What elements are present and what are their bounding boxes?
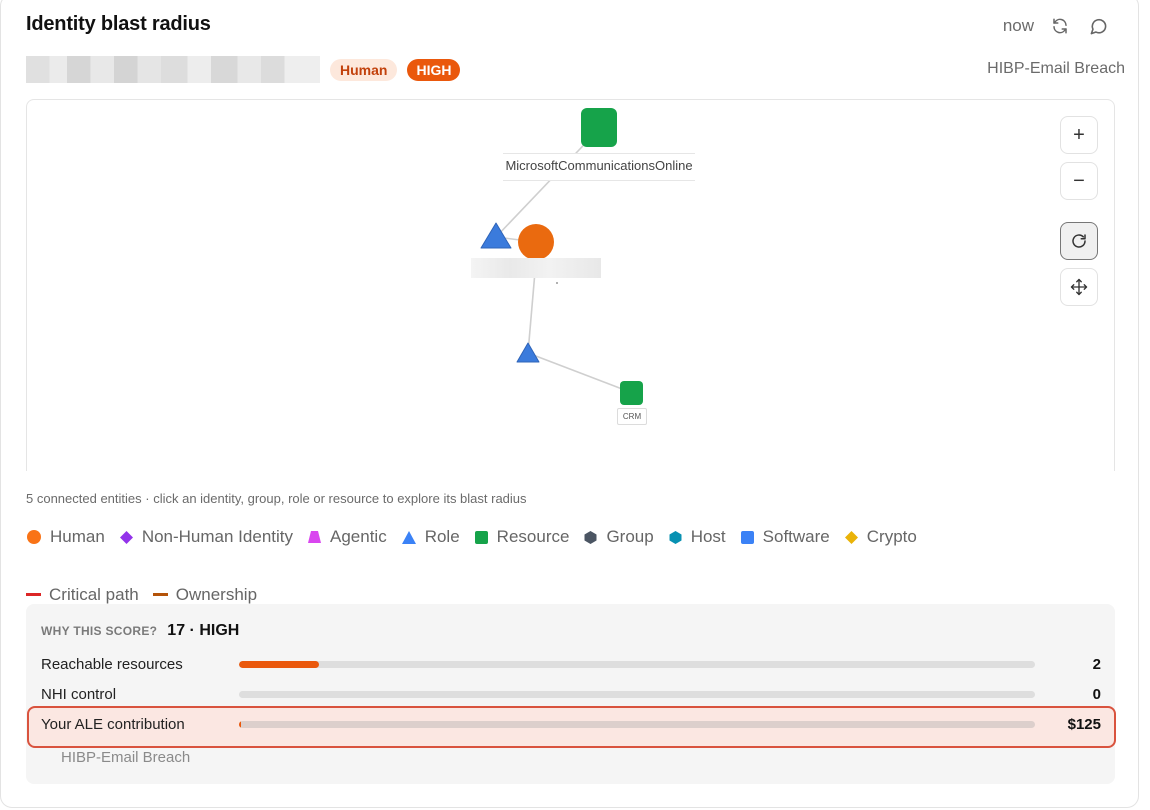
timestamp-label: now: [1002, 16, 1034, 35]
metric-row-nhi: NHI control 0: [41, 683, 1101, 705]
breach-source-label: HIBP-Email Breach: [987, 60, 1125, 77]
metric-bar-fill: [239, 660, 319, 668]
identity-row: Human HIGH: [26, 56, 461, 83]
reset-icon: [1072, 234, 1086, 248]
reset-view-button[interactable]: [1060, 222, 1098, 260]
trapezoid-icon: [308, 531, 321, 543]
blast-radius-graph[interactable]: MicrosoftCommunicationsOnline CRM + −: [26, 99, 1115, 471]
square-icon: [474, 530, 488, 544]
identity-type-badge: Human: [330, 58, 398, 81]
legend-agentic: Agentic: [307, 526, 387, 548]
legend-critical-path: Critical path: [26, 584, 139, 606]
legend-label: Non-Human Identity: [141, 527, 293, 546]
header-actions: now: [1003, 14, 1110, 38]
resource-node[interactable]: [620, 381, 643, 405]
metric-row-ale: Your ALE contribution $125: [41, 713, 1101, 735]
legend-label: Agentic: [330, 527, 387, 546]
legend-label: Human: [50, 527, 105, 546]
triangle-icon: [401, 530, 416, 544]
metric-bar: [239, 660, 1035, 668]
identity-name-redacted: [26, 56, 320, 83]
legend-label: Role: [424, 527, 460, 546]
metric-label: Reachable resources: [41, 655, 183, 673]
score-panel: WHY THIS SCORE? 17 · HIGH Reachable reso…: [26, 604, 1116, 784]
refresh-icon[interactable]: [1048, 14, 1072, 38]
diamond-icon: [119, 530, 133, 544]
diamond-icon: [844, 530, 858, 544]
legend-crypto: Crypto: [844, 526, 917, 548]
metric-value: 0: [1092, 685, 1101, 703]
metric-label: Your ALE contribution: [41, 715, 185, 733]
legend-group: Group: [583, 526, 654, 548]
legend-label: Resource: [496, 527, 570, 546]
role-node[interactable]: [516, 342, 540, 363]
graph-legend: Human Non-Human Identity Agentic Role Re…: [26, 526, 1026, 606]
line-icon: [152, 593, 168, 596]
node-label: CRM: [617, 408, 647, 425]
circle-icon: [27, 530, 41, 544]
node-label-redacted: [471, 258, 601, 278]
zoom-out-button[interactable]: −: [1060, 162, 1098, 200]
score-value: 17 · HIGH: [167, 622, 240, 639]
legend-human: Human: [26, 526, 105, 548]
metric-bar-fill: [239, 720, 241, 728]
legend-nhi: Non-Human Identity: [119, 526, 293, 548]
pan-button[interactable]: [1060, 268, 1098, 306]
score-header: WHY THIS SCORE? 17 · HIGH: [41, 622, 239, 640]
legend-label: Software: [762, 527, 830, 546]
zoom-in-button[interactable]: +: [1060, 116, 1098, 154]
hexagon-icon: [584, 530, 597, 544]
page-title: Identity blast radius: [26, 13, 211, 35]
legend-label: Critical path: [49, 585, 139, 604]
legend-label: Group: [606, 527, 654, 546]
legend-role: Role: [401, 526, 460, 548]
metric-bar: [239, 720, 1035, 728]
legend-software: Software: [740, 526, 830, 548]
hexagon-icon: [669, 530, 682, 544]
metric-row-reachable: Reachable resources 2: [41, 653, 1101, 675]
risk-badge: HIGH: [407, 58, 461, 81]
ale-source-label: HIBP-Email Breach: [61, 749, 191, 766]
line-icon: [26, 593, 41, 596]
legend-label: Ownership: [175, 585, 258, 604]
metric-value: $125: [1067, 715, 1101, 733]
graph-edge: [527, 352, 631, 393]
legend-host: Host: [668, 526, 726, 548]
metric-label: NHI control: [41, 685, 117, 703]
move-icon: [1070, 278, 1088, 296]
connected-summary: 5 connected entities · click an identity…: [26, 491, 527, 506]
legend-resource: Resource: [474, 526, 570, 548]
connected-count: 5 connected entities: [26, 491, 142, 506]
legend-ownership: Ownership: [152, 584, 258, 606]
legend-label: Host: [690, 527, 726, 546]
node-label: MicrosoftCommunicationsOnline: [503, 153, 695, 181]
graph-controls: + −: [1060, 116, 1098, 306]
human-node[interactable]: [518, 224, 554, 260]
metric-value: 2: [1092, 655, 1101, 673]
square-icon: [740, 530, 754, 544]
why-score-label: WHY THIS SCORE?: [41, 624, 158, 638]
legend-label: Crypto: [866, 527, 917, 546]
comment-icon[interactable]: [1086, 14, 1110, 38]
resource-node[interactable]: [581, 108, 617, 147]
explore-hint: · click an identity, group, role or reso…: [145, 491, 527, 506]
graph-dot: [556, 282, 558, 284]
metric-bar: [239, 690, 1035, 698]
